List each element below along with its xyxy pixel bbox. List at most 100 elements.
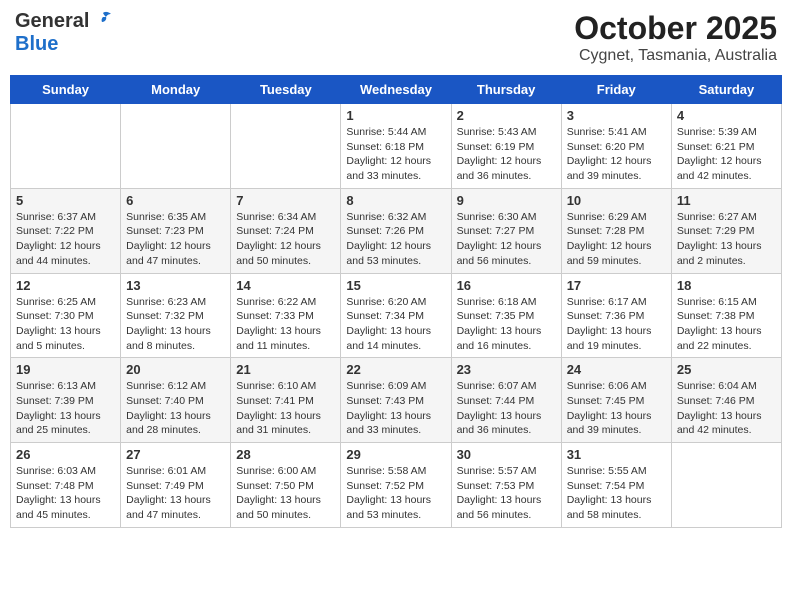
day-of-week-header: Tuesday xyxy=(231,76,341,104)
day-number: 25 xyxy=(677,362,776,377)
day-number: 2 xyxy=(457,108,556,123)
calendar-day-cell: 18 Sunrise: 6:15 AMSunset: 7:38 PMDayligh… xyxy=(671,273,781,358)
day-number: 8 xyxy=(346,193,445,208)
day-number: 31 xyxy=(567,447,666,462)
calendar-day-cell: 31 Sunrise: 5:55 AMSunset: 7:54 PMDayligh… xyxy=(561,443,671,528)
title-section: October 2025 Cygnet, Tasmania, Australia xyxy=(574,10,777,65)
day-number: 1 xyxy=(346,108,445,123)
day-info: Sunrise: 6:25 AMSunset: 7:30 PMDaylight:… xyxy=(16,295,115,354)
calendar-day-cell xyxy=(231,104,341,189)
day-number: 3 xyxy=(567,108,666,123)
day-info: Sunrise: 6:13 AMSunset: 7:39 PMDaylight:… xyxy=(16,379,115,438)
day-number: 22 xyxy=(346,362,445,377)
day-number: 7 xyxy=(236,193,335,208)
calendar-day-cell: 17 Sunrise: 6:17 AMSunset: 7:36 PMDayligh… xyxy=(561,273,671,358)
calendar-day-cell: 11 Sunrise: 6:27 AMSunset: 7:29 PMDayligh… xyxy=(671,188,781,273)
calendar-day-cell: 10 Sunrise: 6:29 AMSunset: 7:28 PMDayligh… xyxy=(561,188,671,273)
calendar-day-cell: 21 Sunrise: 6:10 AMSunset: 7:41 PMDayligh… xyxy=(231,358,341,443)
day-number: 26 xyxy=(16,447,115,462)
day-info: Sunrise: 6:12 AMSunset: 7:40 PMDaylight:… xyxy=(126,379,225,438)
day-number: 18 xyxy=(677,278,776,293)
calendar-day-cell: 30 Sunrise: 5:57 AMSunset: 7:53 PMDayligh… xyxy=(451,443,561,528)
calendar-week-row: 1Sunrise: 5:44 AMSunset: 6:18 PMDaylight… xyxy=(11,104,782,189)
day-number: 28 xyxy=(236,447,335,462)
calendar-day-cell: 16 Sunrise: 6:18 AMSunset: 7:35 PMDayligh… xyxy=(451,273,561,358)
day-number: 11 xyxy=(677,193,776,208)
day-info: Sunrise: 6:15 AMSunset: 7:38 PMDaylight:… xyxy=(677,295,776,354)
logo: General Blue xyxy=(15,10,113,56)
calendar-day-cell: 24 Sunrise: 6:06 AMSunset: 7:45 PMDayligh… xyxy=(561,358,671,443)
calendar-day-cell: 7Sunrise: 6:34 AMSunset: 7:24 PMDaylight… xyxy=(231,188,341,273)
day-number: 12 xyxy=(16,278,115,293)
day-number: 19 xyxy=(16,362,115,377)
day-info: Sunrise: 6:27 AMSunset: 7:29 PMDaylight:… xyxy=(677,210,776,269)
logo-bird-icon xyxy=(91,9,113,31)
day-info: Sunrise: 6:17 AMSunset: 7:36 PMDaylight:… xyxy=(567,295,666,354)
calendar-day-cell: 2 Sunrise: 5:43 AMSunset: 6:19 PMDaylight… xyxy=(451,104,561,189)
day-info: Sunrise: 6:37 AMSunset: 7:22 PMDaylight:… xyxy=(16,210,115,269)
day-info: Sunrise: 6:22 AMSunset: 7:33 PMDaylight:… xyxy=(236,295,335,354)
day-number: 13 xyxy=(126,278,225,293)
calendar-day-cell xyxy=(671,443,781,528)
day-number: 20 xyxy=(126,362,225,377)
day-info: Sunrise: 6:01 AMSunset: 7:49 PMDaylight:… xyxy=(126,464,225,523)
day-info: Sunrise: 6:09 AMSunset: 7:43 PMDaylight:… xyxy=(346,379,445,438)
calendar-week-row: 12 Sunrise: 6:25 AMSunset: 7:30 PMDayligh… xyxy=(11,273,782,358)
day-number: 14 xyxy=(236,278,335,293)
day-info: Sunrise: 6:06 AMSunset: 7:45 PMDaylight:… xyxy=(567,379,666,438)
calendar-day-cell: 13 Sunrise: 6:23 AMSunset: 7:32 PMDayligh… xyxy=(121,273,231,358)
location: Cygnet, Tasmania, Australia xyxy=(574,47,777,65)
day-of-week-header: Sunday xyxy=(11,76,121,104)
calendar-day-cell xyxy=(11,104,121,189)
day-number: 23 xyxy=(457,362,556,377)
calendar-day-cell: 5 Sunrise: 6:37 AMSunset: 7:22 PMDaylight… xyxy=(11,188,121,273)
day-number: 30 xyxy=(457,447,556,462)
month-title: October 2025 xyxy=(574,10,777,47)
day-number: 17 xyxy=(567,278,666,293)
day-number: 4 xyxy=(677,108,776,123)
calendar-day-cell: 27 Sunrise: 6:01 AMSunset: 7:49 PMDayligh… xyxy=(121,443,231,528)
calendar-day-cell: 25 Sunrise: 6:04 AMSunset: 7:46 PMDayligh… xyxy=(671,358,781,443)
day-info: Sunrise: 6:00 AMSunset: 7:50 PMDaylight:… xyxy=(236,464,335,523)
page-header: General Blue October 2025 Cygnet, Tasman… xyxy=(10,10,782,65)
calendar-day-cell: 29Sunrise: 5:58 AMSunset: 7:52 PMDayligh… xyxy=(341,443,451,528)
day-number: 24 xyxy=(567,362,666,377)
day-number: 21 xyxy=(236,362,335,377)
day-number: 15 xyxy=(346,278,445,293)
day-info: Sunrise: 6:35 AMSunset: 7:23 PMDaylight:… xyxy=(126,210,225,269)
calendar-table: SundayMondayTuesdayWednesdayThursdayFrid… xyxy=(10,75,782,528)
calendar-day-cell: 8Sunrise: 6:32 AMSunset: 7:26 PMDaylight… xyxy=(341,188,451,273)
day-info: Sunrise: 5:43 AMSunset: 6:19 PMDaylight:… xyxy=(457,125,556,184)
day-number: 10 xyxy=(567,193,666,208)
day-of-week-header: Thursday xyxy=(451,76,561,104)
day-info: Sunrise: 6:04 AMSunset: 7:46 PMDaylight:… xyxy=(677,379,776,438)
calendar-day-cell: 6 Sunrise: 6:35 AMSunset: 7:23 PMDaylight… xyxy=(121,188,231,273)
logo-general: General xyxy=(15,10,89,33)
calendar-header-row: SundayMondayTuesdayWednesdayThursdayFrid… xyxy=(11,76,782,104)
calendar-day-cell: 19 Sunrise: 6:13 AMSunset: 7:39 PMDayligh… xyxy=(11,358,121,443)
day-of-week-header: Monday xyxy=(121,76,231,104)
day-info: Sunrise: 6:18 AMSunset: 7:35 PMDaylight:… xyxy=(457,295,556,354)
calendar-week-row: 19 Sunrise: 6:13 AMSunset: 7:39 PMDayligh… xyxy=(11,358,782,443)
calendar-day-cell: 20 Sunrise: 6:12 AMSunset: 7:40 PMDayligh… xyxy=(121,358,231,443)
day-info: Sunrise: 6:03 AMSunset: 7:48 PMDaylight:… xyxy=(16,464,115,523)
calendar-day-cell: 12 Sunrise: 6:25 AMSunset: 7:30 PMDayligh… xyxy=(11,273,121,358)
calendar-day-cell xyxy=(121,104,231,189)
calendar-day-cell: 28 Sunrise: 6:00 AMSunset: 7:50 PMDayligh… xyxy=(231,443,341,528)
day-number: 5 xyxy=(16,193,115,208)
day-of-week-header: Saturday xyxy=(671,76,781,104)
day-number: 27 xyxy=(126,447,225,462)
day-info: Sunrise: 6:23 AMSunset: 7:32 PMDaylight:… xyxy=(126,295,225,354)
day-number: 16 xyxy=(457,278,556,293)
day-of-week-header: Friday xyxy=(561,76,671,104)
calendar-day-cell: 26 Sunrise: 6:03 AMSunset: 7:48 PMDayligh… xyxy=(11,443,121,528)
day-number: 9 xyxy=(457,193,556,208)
day-number: 6 xyxy=(126,193,225,208)
day-info: Sunrise: 5:55 AMSunset: 7:54 PMDaylight:… xyxy=(567,464,666,523)
day-info: Sunrise: 6:07 AMSunset: 7:44 PMDaylight:… xyxy=(457,379,556,438)
day-info: Sunrise: 6:29 AMSunset: 7:28 PMDaylight:… xyxy=(567,210,666,269)
day-of-week-header: Wednesday xyxy=(341,76,451,104)
day-info: Sunrise: 5:57 AMSunset: 7:53 PMDaylight:… xyxy=(457,464,556,523)
day-info: Sunrise: 6:30 AMSunset: 7:27 PMDaylight:… xyxy=(457,210,556,269)
day-info: Sunrise: 6:10 AMSunset: 7:41 PMDaylight:… xyxy=(236,379,335,438)
